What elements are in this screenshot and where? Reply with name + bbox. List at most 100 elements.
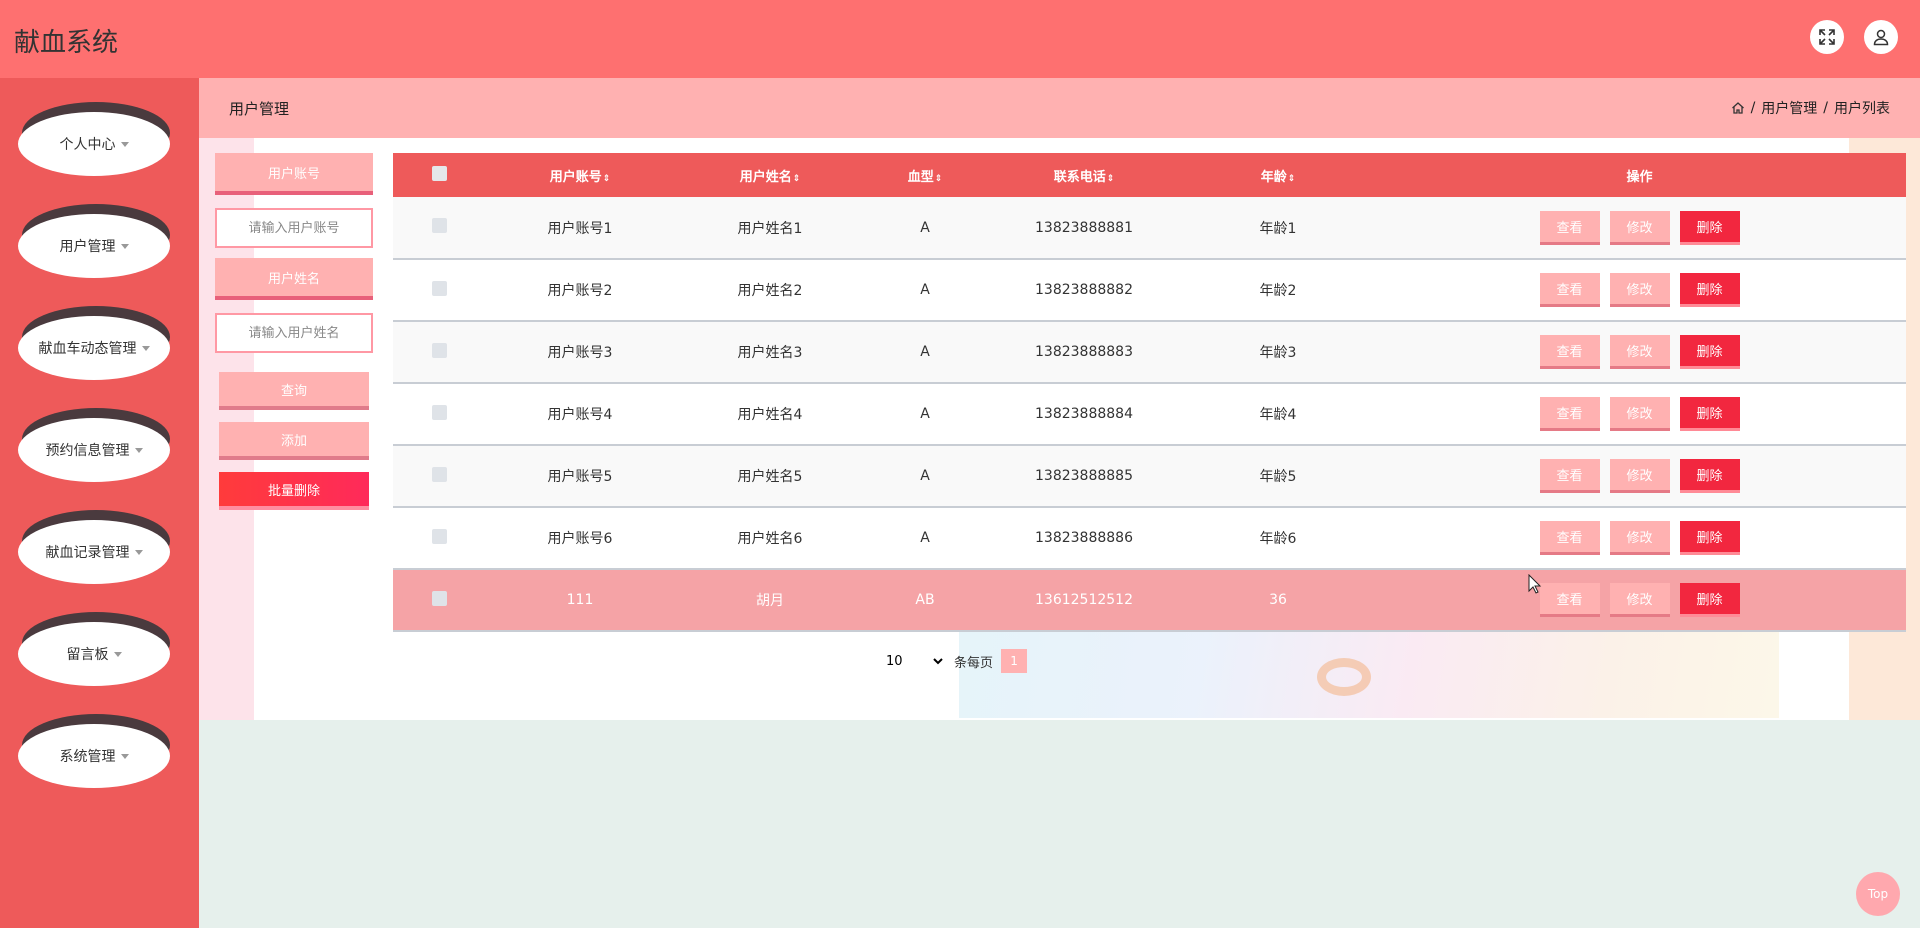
delete-button[interactable]: 删除	[1679, 397, 1740, 431]
edit-button[interactable]: 修改	[1609, 273, 1670, 307]
table-row: 用户账号3 用户姓名3 A 13823888883 年龄3 查看 修改 删除	[393, 321, 1906, 383]
sidebar-item-label: 个人中心	[59, 137, 116, 153]
cell-phone: 13612512512	[1035, 592, 1133, 608]
user-table: 用户账号⇕ 用户姓名⇕ 血型⇕ 联系电话⇕ 年龄⇕ 操作 用户账号1 用户姓名1…	[393, 153, 1906, 632]
sidebar-item-bloodmobile-management[interactable]: 献血车动态管理	[18, 306, 170, 384]
page-size-select[interactable]: 10	[882, 648, 946, 674]
view-button[interactable]: 查看	[1539, 397, 1600, 431]
app-title: 献血系统	[14, 28, 119, 58]
view-button[interactable]: 查看	[1539, 210, 1600, 245]
cell-account: 用户账号3	[547, 345, 613, 361]
sidebar-item-label: 系统管理	[59, 749, 116, 765]
edit-button[interactable]: 修改	[1609, 335, 1670, 369]
sort-icon[interactable]: ⇕	[603, 174, 611, 184]
view-button[interactable]: 查看	[1539, 583, 1600, 617]
sidebar-item-personal-center[interactable]: 个人中心	[18, 102, 170, 180]
cell-phone: 13823888882	[1035, 282, 1133, 298]
sort-icon[interactable]: ⇕	[935, 174, 943, 184]
cell-blood-type: A	[920, 344, 930, 360]
sidebar-item-user-management[interactable]: 用户管理	[18, 204, 170, 282]
cell-name: 用户姓名4	[737, 407, 803, 423]
edit-button[interactable]: 修改	[1609, 459, 1670, 493]
batch-delete-button[interactable]: 批量删除	[219, 472, 369, 510]
select-all-checkbox[interactable]	[431, 165, 447, 181]
add-button[interactable]: 添加	[219, 422, 369, 460]
delete-button[interactable]: 删除	[1679, 583, 1740, 617]
home-icon[interactable]	[1731, 101, 1745, 115]
edit-button[interactable]: 修改	[1609, 210, 1670, 245]
fullscreen-icon[interactable]	[1810, 20, 1844, 54]
name-search-input[interactable]	[215, 313, 373, 353]
column-header-name[interactable]: 用户姓名⇕	[675, 153, 865, 197]
caret-down-icon	[134, 549, 143, 555]
view-button[interactable]: 查看	[1539, 459, 1600, 493]
cell-name: 胡月	[756, 593, 784, 609]
sidebar-item-label: 献血记录管理	[45, 545, 130, 561]
row-checkbox[interactable]	[431, 342, 447, 358]
cell-age: 年龄1	[1259, 220, 1297, 237]
view-button[interactable]: 查看	[1539, 273, 1600, 307]
row-checkbox[interactable]	[431, 404, 447, 420]
sidebar-item-system-management[interactable]: 系统管理	[18, 714, 170, 792]
per-page-label: 条每页	[954, 655, 994, 671]
sidebar-item-donation-records[interactable]: 献血记录管理	[18, 510, 170, 588]
delete-button[interactable]: 删除	[1679, 335, 1740, 369]
row-checkbox[interactable]	[431, 280, 447, 296]
cell-account: 用户账号5	[547, 469, 613, 485]
account-label: 用户账号	[215, 153, 373, 195]
table-row: 用户账号4 用户姓名4 A 13823888884 年龄4 查看 修改 删除	[393, 383, 1906, 445]
sort-icon[interactable]: ⇕	[793, 174, 801, 184]
account-search-input[interactable]	[215, 208, 373, 248]
table-row: 111 胡月 AB 13612512512 36 查看 修改 删除	[393, 569, 1906, 631]
caret-down-icon	[120, 141, 129, 147]
back-to-top-button[interactable]: Top	[1856, 872, 1900, 916]
background-illustration	[959, 618, 1779, 718]
caret-down-icon	[134, 447, 143, 453]
cell-blood-type: A	[920, 530, 930, 546]
edit-button[interactable]: 修改	[1609, 583, 1670, 617]
sort-icon[interactable]: ⇕	[1107, 174, 1115, 184]
query-button[interactable]: 查询	[219, 372, 369, 410]
delete-button[interactable]: 删除	[1679, 210, 1740, 245]
edit-button[interactable]: 修改	[1609, 397, 1670, 431]
cell-name: 用户姓名3	[737, 345, 803, 361]
table-row: 用户账号5 用户姓名5 A 13823888885 年龄5 查看 修改 删除	[393, 445, 1906, 507]
table-row: 用户账号1 用户姓名1 A 13823888881 年龄1 查看 修改 删除	[393, 197, 1906, 259]
column-header-account[interactable]: 用户账号⇕	[485, 153, 675, 197]
sidebar-item-label: 献血车动态管理	[38, 341, 137, 357]
delete-button[interactable]: 删除	[1679, 521, 1740, 555]
sidebar-item-appointment-management[interactable]: 预约信息管理	[18, 408, 170, 486]
sidebar-item-label: 预约信息管理	[45, 443, 130, 459]
row-checkbox[interactable]	[431, 218, 447, 233]
page-number-button[interactable]: 1	[1001, 649, 1028, 673]
view-button[interactable]: 查看	[1539, 335, 1600, 369]
cell-blood-type: A	[920, 219, 930, 236]
sidebar-item-label: 留言板	[66, 647, 109, 663]
cell-phone: 13823888884	[1035, 406, 1133, 422]
sidebar-item-message-board[interactable]: 留言板	[18, 612, 170, 690]
delete-button[interactable]: 删除	[1679, 459, 1740, 493]
edit-button[interactable]: 修改	[1609, 521, 1670, 555]
cell-phone: 13823888885	[1035, 468, 1133, 484]
select-all-cell	[393, 153, 485, 197]
row-checkbox[interactable]	[431, 528, 447, 544]
row-checkbox[interactable]	[431, 466, 447, 482]
row-checkbox[interactable]	[431, 590, 447, 606]
table-row: 用户账号6 用户姓名6 A 13823888886 年龄6 查看 修改 删除	[393, 507, 1906, 569]
column-header-age[interactable]: 年龄⇕	[1183, 153, 1373, 197]
sort-icon[interactable]: ⇕	[1288, 174, 1296, 184]
cell-phone: 13823888881	[1035, 219, 1133, 236]
cell-age: 年龄5	[1259, 469, 1297, 485]
user-avatar-icon[interactable]	[1864, 20, 1898, 54]
cell-account: 111	[566, 592, 594, 608]
column-header-phone[interactable]: 联系电话⇕	[985, 153, 1183, 197]
delete-button[interactable]: 删除	[1679, 273, 1740, 307]
cell-account: 用户账号4	[547, 407, 613, 423]
pagination: 10 条每页 1	[882, 648, 1028, 674]
caret-down-icon	[113, 651, 122, 657]
view-button[interactable]: 查看	[1539, 521, 1600, 555]
column-header-blood-type[interactable]: 血型⇕	[865, 153, 985, 197]
cell-account: 用户账号1	[547, 220, 613, 237]
breadcrumb-item[interactable]: 用户管理	[1761, 98, 1817, 118]
cell-age: 年龄4	[1259, 407, 1297, 423]
